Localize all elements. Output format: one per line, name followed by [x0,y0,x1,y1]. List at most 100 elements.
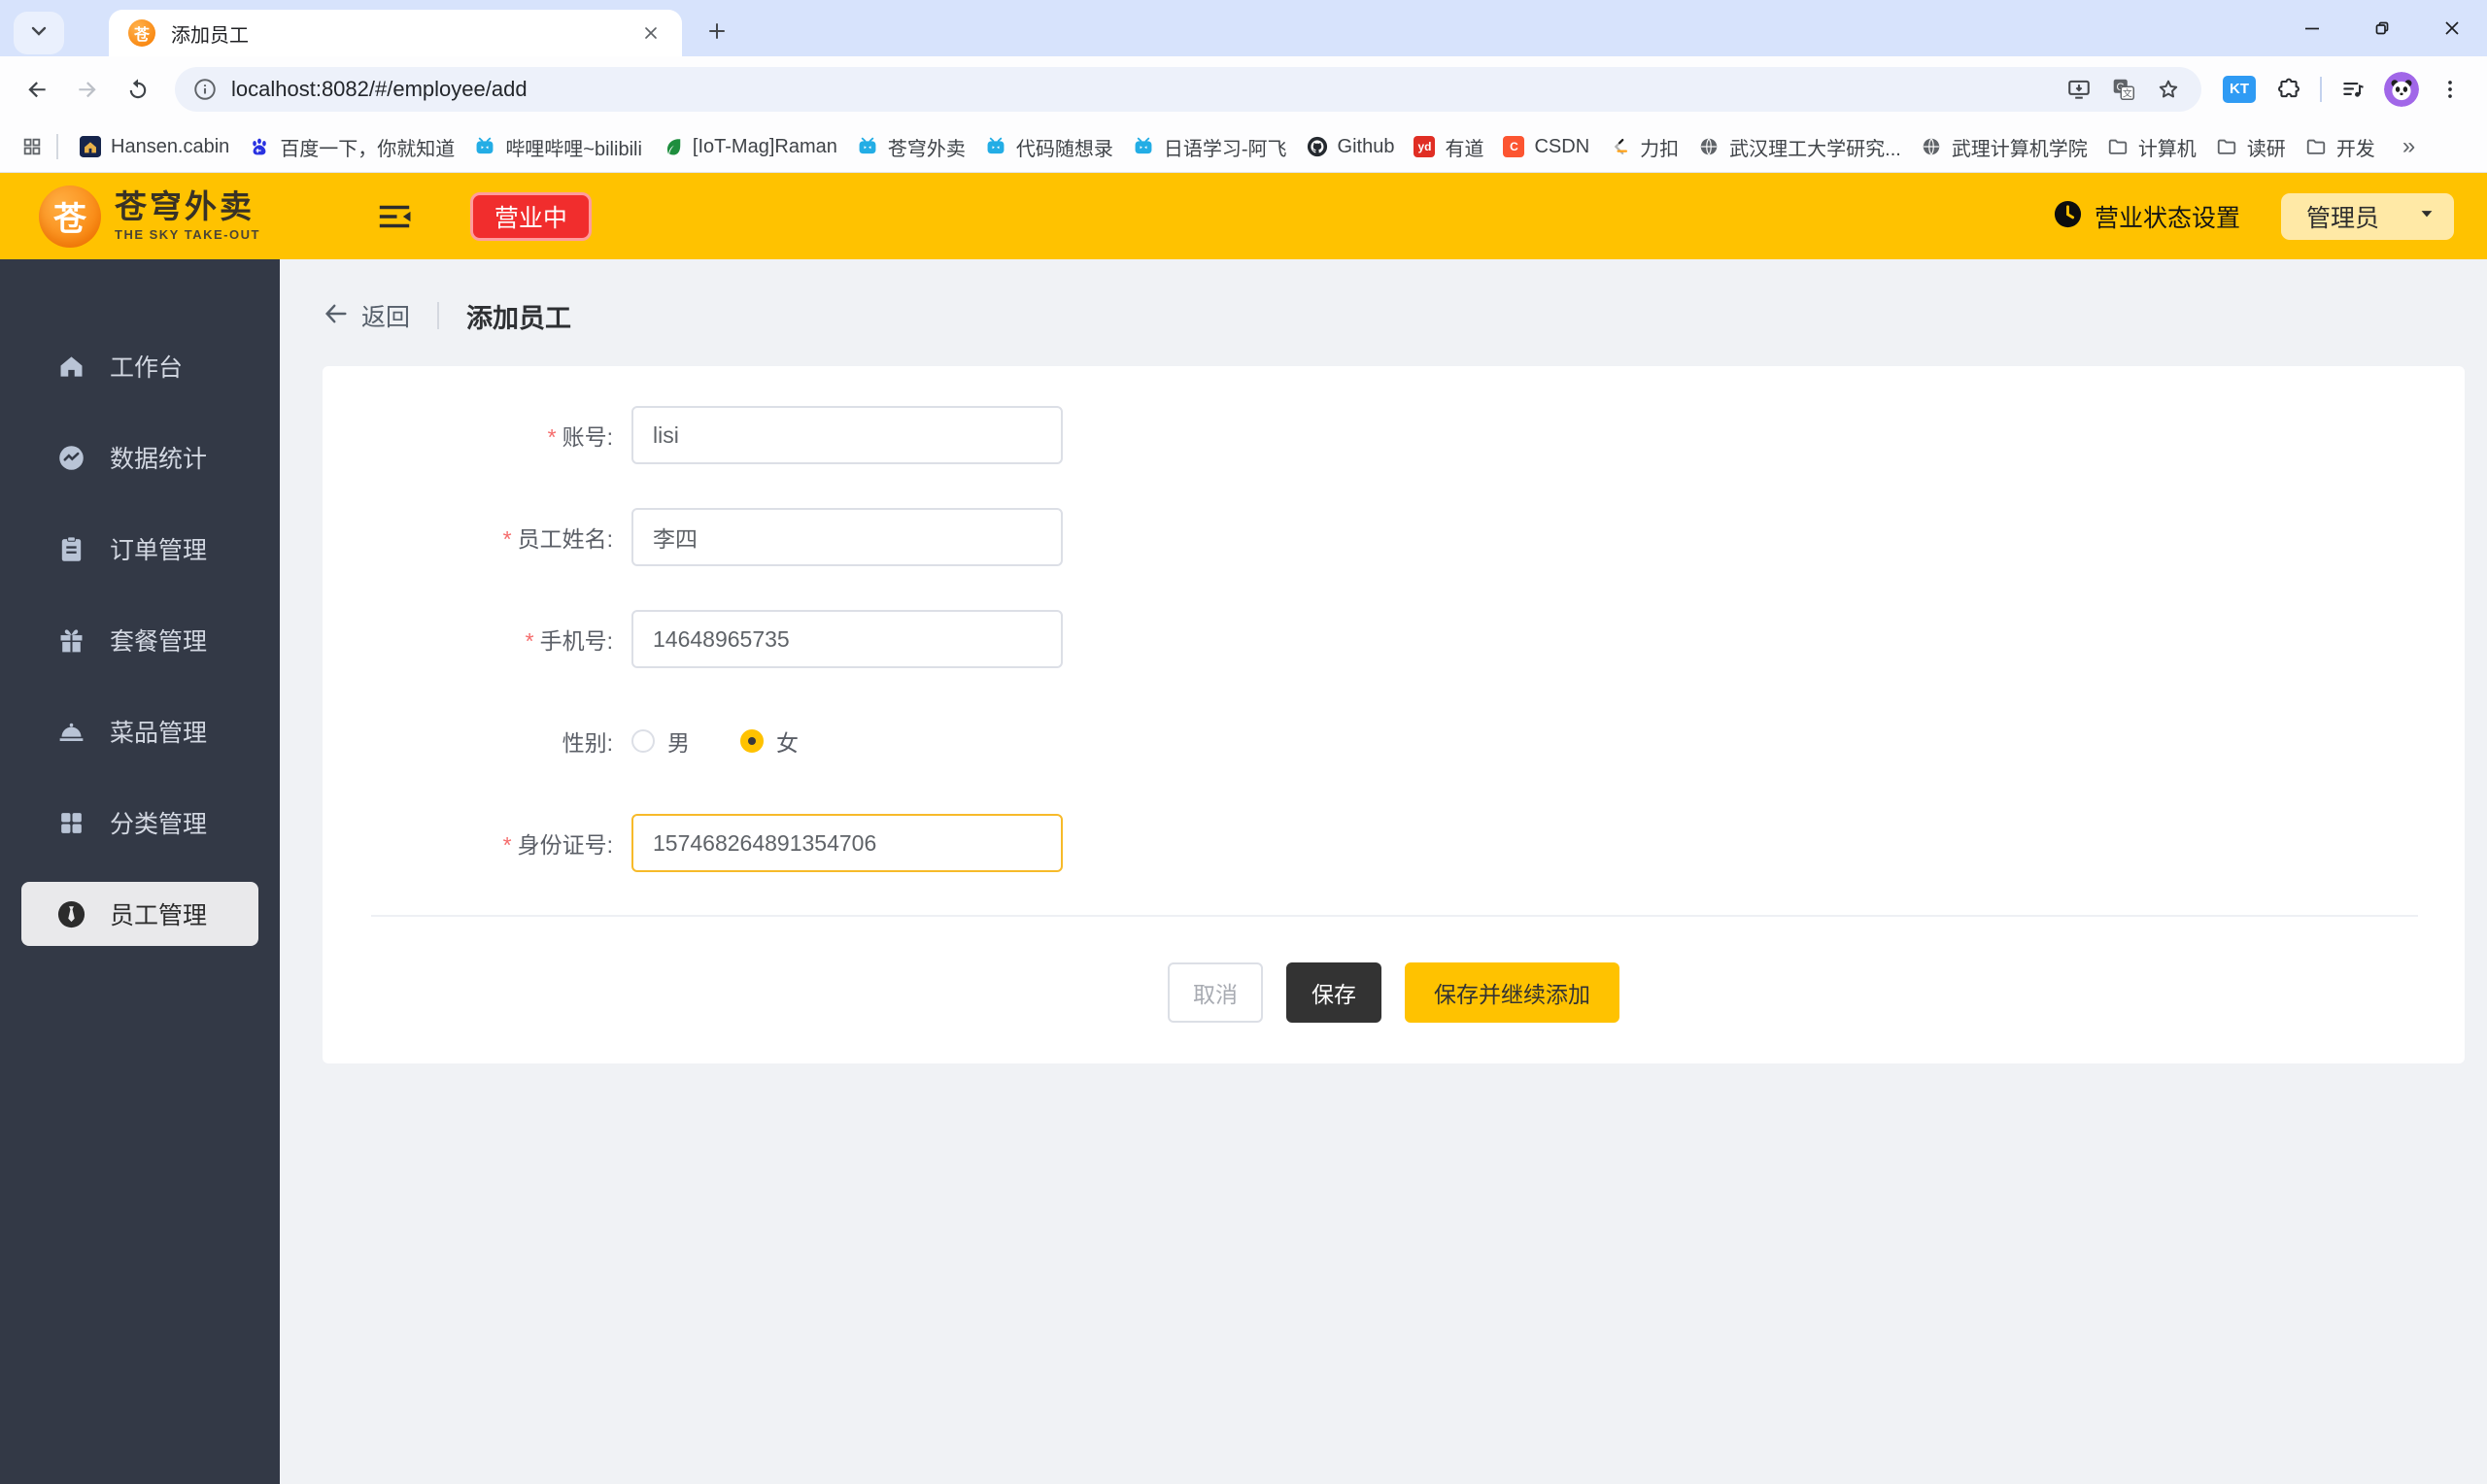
bookmark-item[interactable]: 代码随想录 [975,128,1123,165]
github-favicon [1307,136,1328,157]
text-input[interactable] [631,508,1063,566]
user-menu-dropdown[interactable]: 管理员 [2281,192,2454,240]
bookmark-label: CSDN [1534,135,1590,157]
bookmark-item[interactable]: 武汉理工大学研究... [1688,128,1911,165]
cancel-button[interactable]: 取消 [1168,962,1263,1023]
tab-favicon-icon: 苍 [128,19,155,47]
address-bar[interactable]: localhost:8082/#/employee/add G文 [175,66,2201,112]
sidebar-item-category[interactable]: 分类管理 [21,791,258,855]
bookmark-item[interactable]: 开发 [2296,128,2385,165]
media-controls-icon[interactable] [2332,68,2374,111]
sidebar-item-employee[interactable]: 员工管理 [21,882,258,946]
save-button[interactable]: 保存 [1286,962,1381,1023]
kt-extension-badge[interactable]: KT [2223,75,2256,103]
new-tab-button[interactable] [698,14,736,52]
bookmark-list: Hansen.cabin 百度一下，你就知道 哔哩哔哩~bilibili [Io… [70,128,2385,165]
form-button-row: 取消 保存 保存并继续添加 [323,962,2465,1023]
sidebar-item-label: 员工管理 [110,902,208,929]
brand-tagline: THE SKY TAKE-OUT [115,226,260,242]
leetcode-favicon [1609,136,1630,157]
bookmark-item[interactable]: 读研 [2206,128,2296,165]
csdn-favicon: C [1503,136,1525,157]
sidebar-item-label: 套餐管理 [110,628,208,656]
profile-avatar[interactable] [2384,71,2419,107]
brand-logo: 苍 [39,185,101,248]
有道-favicon: yd [1414,136,1436,157]
sidebar-item-label: 数据统计 [110,446,208,473]
business-status-setting[interactable]: 营业状态设置 [2053,199,2240,234]
sidebar-item-stats[interactable]: 数据统计 [21,425,258,489]
sidebar-item-order[interactable]: 订单管理 [21,517,258,581]
bookmark-label: 哔哩哔哩~bilibili [505,138,642,160]
bookmark-item[interactable]: 哔哩哔哩~bilibili [464,128,652,165]
sidebar-item-combo[interactable]: 套餐管理 [21,608,258,672]
bookmark-item[interactable]: Github [1297,128,1405,165]
extensions-puzzle-icon[interactable] [2267,68,2310,111]
radio-circle-icon [631,729,655,753]
radio-option-label: 女 [776,730,799,756]
bookmark-item[interactable]: 苍穹外卖 [847,128,975,165]
bookmark-label: 有道 [1445,138,1484,160]
bookmark-label: Github [1337,135,1395,157]
url-text[interactable]: localhost:8082/#/employee/add [231,77,2054,102]
toolbar-divider [2320,76,2322,102]
sidebar-item-dish[interactable]: 菜品管理 [21,699,258,763]
title-divider [437,302,440,329]
site-info-icon[interactable] [192,77,218,102]
browser-titlebar: 苍 添加员工 [0,0,2487,56]
bookmark-item[interactable]: 武理计算机学院 [1911,128,2097,165]
home-icon [56,352,86,382]
combo-icon [56,625,86,656]
radio-option-label: 男 [667,730,690,756]
radio-option[interactable]: 男 [631,725,690,758]
bilibili-favicon [857,136,878,157]
bookmark-item[interactable]: 计算机 [2097,128,2206,165]
restore-button[interactable] [2347,0,2417,56]
bookmark-label: 武理计算机学院 [1951,138,2088,160]
text-input[interactable] [631,610,1063,668]
svg-text:文: 文 [2123,86,2132,99]
browser-tab[interactable]: 苍 添加员工 [109,10,682,56]
sidebar-fold-icon[interactable] [373,195,416,238]
text-input[interactable] [631,406,1063,464]
form-field-row: 性别: 男 女 [323,712,2465,770]
tab-close-icon[interactable] [637,19,664,47]
apps-grid-icon[interactable] [16,130,49,163]
bookmark-item[interactable]: [IoT-Mag]Raman [652,128,847,165]
forward-nav-icon[interactable] [66,68,109,111]
save-and-continue-button[interactable]: 保存并继续添加 [1405,962,1619,1023]
bookmark-item[interactable]: yd 有道 [1404,128,1493,165]
reload-icon[interactable] [117,68,159,111]
bookmark-label: 开发 [2335,138,2375,160]
bookmark-item[interactable]: Hansen.cabin [70,128,239,165]
sidebar-item-home[interactable]: 工作台 [21,334,258,398]
back-nav-icon[interactable] [16,68,58,111]
folder-favicon [2216,136,2237,157]
brand-name: 苍穹外卖 [115,188,255,225]
bookmark-item[interactable]: 百度一下，你就知道 [239,128,464,165]
bookmark-item[interactable]: 力扣 [1599,128,1688,165]
back-link[interactable]: 返回 [323,298,410,333]
tab-search-button[interactable] [14,12,64,54]
user-menu-label: 管理员 [2306,204,2380,232]
bookmark-star-icon[interactable] [2149,70,2188,109]
text-input[interactable] [631,814,1063,872]
translate-icon[interactable]: G文 [2104,70,2143,109]
arrow-left-icon [323,300,350,332]
tab-title: 添加员工 [171,24,249,47]
form-field-row: * 员工姓名: [323,508,2465,566]
bookmark-label: [IoT-Mag]Raman [692,135,837,157]
bookmark-item[interactable]: C CSDN [1493,128,1599,165]
globe-favicon [1698,136,1720,157]
bookmark-item[interactable]: 日语学习-阿飞 [1123,128,1297,165]
bookmarks-overflow-chevron[interactable]: » [2393,133,2425,160]
radio-option[interactable]: 女 [740,725,799,758]
bilibili-favicon [985,136,1006,157]
install-icon[interactable] [2060,70,2098,109]
employee-icon [56,899,86,929]
menu-kebab-icon[interactable] [2429,68,2471,111]
close-button[interactable] [2417,0,2487,56]
field-label: * 账号: [547,424,613,450]
minimize-button[interactable] [2277,0,2347,56]
plus-icon [705,19,729,48]
